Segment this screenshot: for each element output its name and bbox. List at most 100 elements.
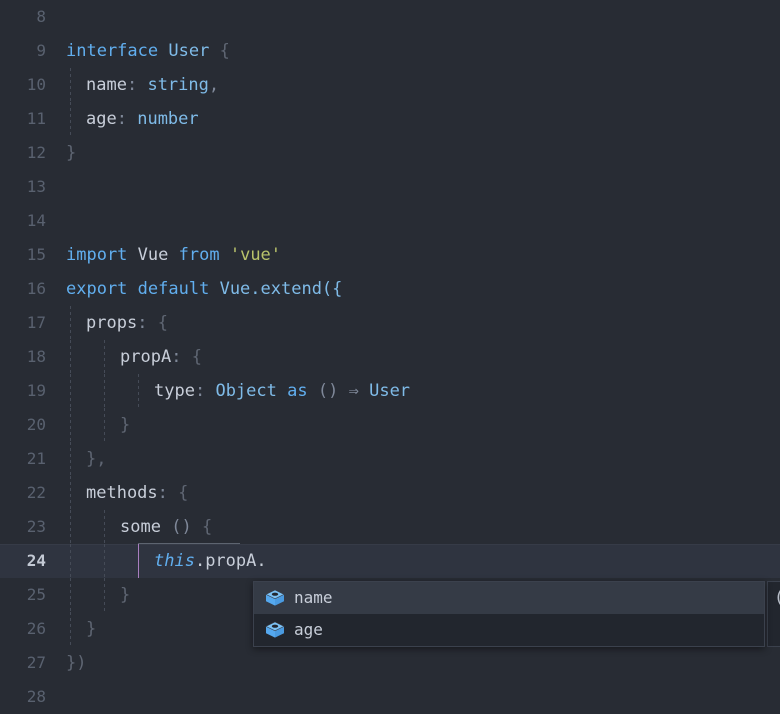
line-number: 17	[26, 313, 46, 332]
line-number: 23	[26, 517, 46, 536]
line-number: 20	[26, 415, 46, 434]
token-property: age	[86, 109, 117, 129]
indent-guide	[70, 442, 71, 476]
token-brace: }	[66, 143, 77, 163]
code-line[interactable]: 12 }	[0, 136, 780, 170]
line-number: 28	[26, 687, 46, 706]
line-number: 11	[26, 109, 46, 128]
token-keyword: as	[287, 381, 308, 401]
token-type: User	[168, 41, 210, 61]
token-colon: :	[171, 347, 182, 367]
indent-guide	[70, 340, 71, 374]
token-brace: {	[191, 347, 202, 367]
code-line[interactable]: 13	[0, 170, 780, 204]
code-line[interactable]: 10 name: string,	[0, 68, 780, 102]
line-number: 8	[36, 7, 46, 26]
token-colon: :	[137, 313, 148, 333]
code-editor[interactable]: 8 9 interface User { 10 name: string, 11…	[0, 0, 780, 714]
indent-guide	[70, 578, 71, 612]
code-line[interactable]: 20 }	[0, 408, 780, 442]
token-brace: {	[219, 41, 230, 61]
indent-guide	[70, 102, 71, 136]
token-call: Vue.extend({	[219, 279, 343, 299]
token-type: User	[369, 381, 411, 401]
code-line[interactable]: 8	[0, 0, 780, 34]
token-keyword: default	[137, 279, 210, 299]
code-line[interactable]: 23 some () {	[0, 510, 780, 544]
code-line[interactable]: 17 props: {	[0, 306, 780, 340]
autocomplete-popup[interactable]: name age	[253, 581, 765, 647]
line-number: 9	[36, 41, 46, 60]
token-property: name	[86, 75, 127, 95]
line-number: 12	[26, 143, 46, 162]
autocomplete-item-label: age	[294, 620, 323, 639]
token-comma: ,	[208, 75, 220, 95]
autocomplete-item-name[interactable]: name	[254, 582, 764, 614]
token-colon: :	[194, 381, 206, 401]
token-brace: },	[86, 449, 107, 469]
token-brace: }	[86, 619, 97, 639]
line-content: import Vue from 'vue'	[66, 238, 281, 272]
line-number: 24	[26, 551, 46, 570]
autocomplete-item-age[interactable]: age	[254, 614, 764, 646]
code-line[interactable]: 21 },	[0, 442, 780, 476]
line-content: }	[120, 408, 130, 442]
line-content: methods: {	[86, 476, 188, 510]
code-line[interactable]: 9 interface User {	[0, 34, 780, 68]
token-parens: ()	[171, 517, 192, 537]
code-line[interactable]: 14	[0, 204, 780, 238]
token-brace: }	[120, 585, 131, 605]
line-content: this.propA.	[154, 544, 267, 578]
token-brace: {	[201, 517, 213, 537]
code-line[interactable]: 19 type: Object as () ⇒ User	[0, 374, 780, 408]
token-property: type	[154, 381, 195, 401]
code-line[interactable]: 16 export default Vue.extend({	[0, 272, 780, 306]
code-line[interactable]: 28	[0, 680, 780, 714]
line-content: type: Object as () ⇒ User	[154, 374, 410, 408]
documentation-panel[interactable]: (	[767, 581, 780, 647]
indent-guide	[104, 578, 105, 612]
token-keyword: interface	[66, 41, 159, 61]
code-line[interactable]: 27 })	[0, 646, 780, 680]
error-squiggle-icon	[113, 603, 125, 609]
token-keyword: export	[66, 279, 128, 299]
token-colon: :	[157, 483, 168, 503]
line-content: export default Vue.extend({	[66, 272, 342, 306]
line-content: }	[86, 612, 96, 646]
indent-guide	[70, 510, 71, 544]
code-line[interactable]: 11 age: number	[0, 102, 780, 136]
code-line[interactable]: 22 methods: {	[0, 476, 780, 510]
token-brace: {	[178, 483, 189, 503]
indent-guide	[70, 408, 71, 442]
token-brace: }	[120, 415, 131, 435]
line-content: propA: {	[120, 340, 202, 374]
line-content: interface User {	[66, 34, 230, 68]
code-line[interactable]: 15 import Vue from 'vue'	[0, 238, 780, 272]
line-number: 21	[26, 449, 46, 468]
code-line-current[interactable]: 24 this.propA.	[0, 544, 780, 578]
autocomplete-item-label: name	[294, 588, 333, 607]
indent-guide	[70, 68, 71, 102]
line-number: 19	[26, 381, 46, 400]
token-brace: {	[157, 313, 168, 333]
token-brace: })	[66, 653, 87, 673]
token-keyword: import	[66, 245, 128, 265]
line-content: }	[66, 136, 76, 170]
line-number: 27	[26, 653, 46, 672]
code-line[interactable]: 18 propA: {	[0, 340, 780, 374]
indent-guide	[138, 374, 139, 408]
line-number: 14	[26, 211, 46, 230]
